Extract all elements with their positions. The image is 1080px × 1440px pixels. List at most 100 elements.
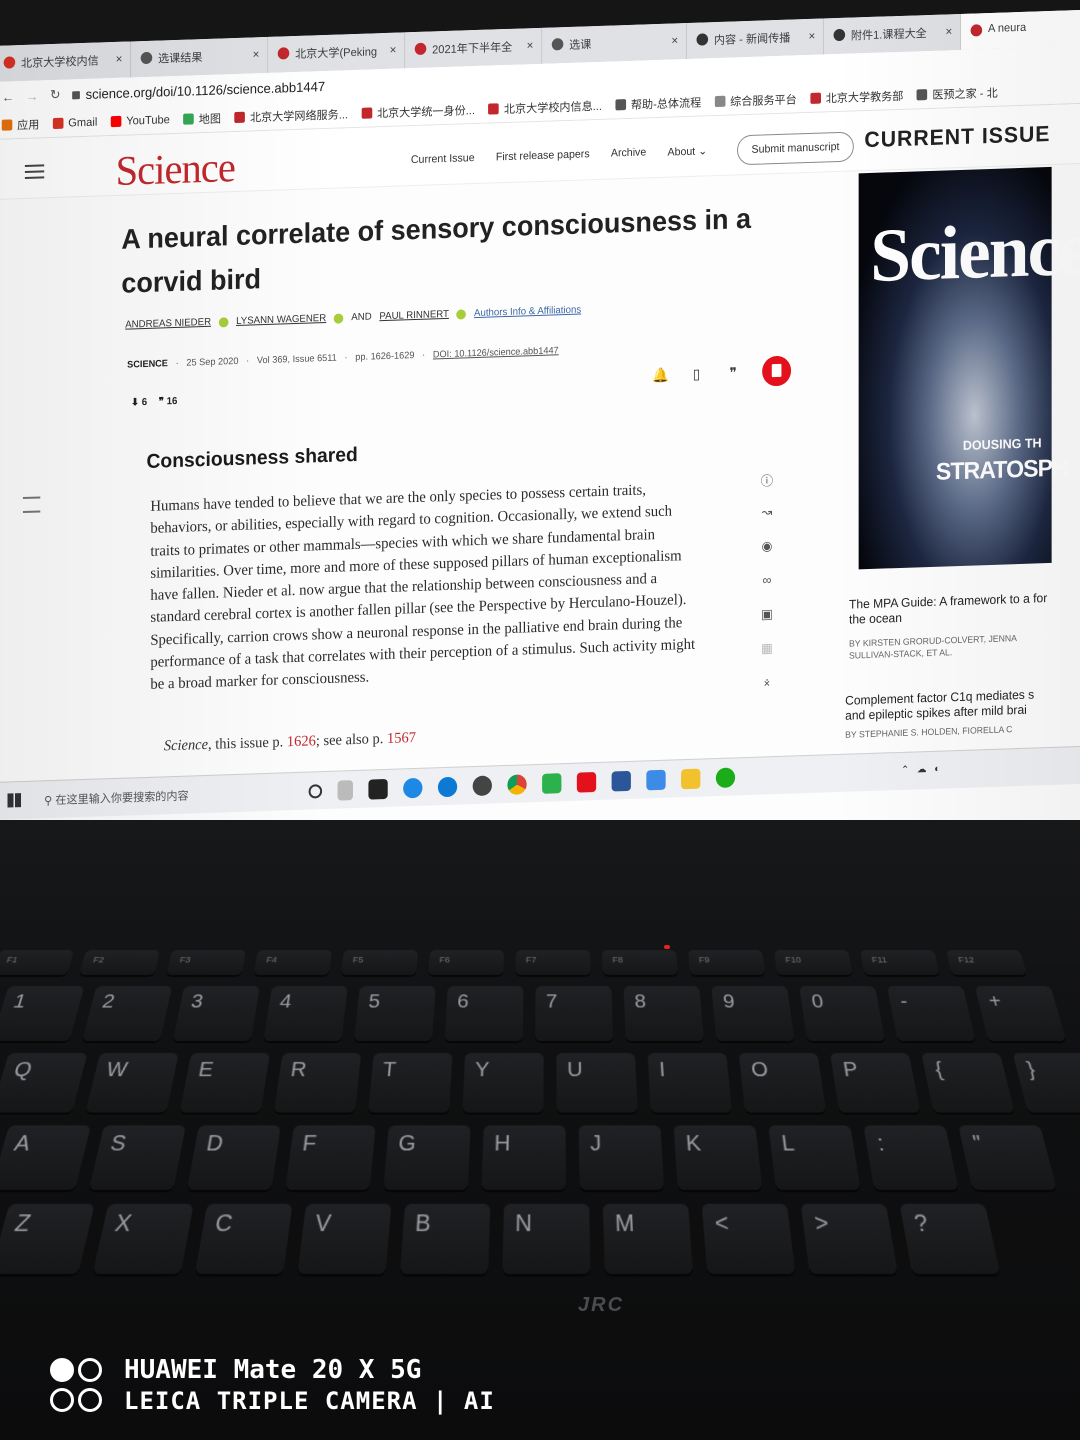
- author-link[interactable]: LYSANN WAGENER: [236, 313, 326, 327]
- pdf-download-button[interactable]: [762, 355, 792, 387]
- key[interactable]: U: [556, 1053, 638, 1113]
- bookmark-item[interactable]: 应用: [1, 116, 39, 133]
- cortana-icon[interactable]: [308, 784, 323, 799]
- app-icon[interactable]: [715, 767, 736, 789]
- key[interactable]: L: [768, 1125, 861, 1190]
- key[interactable]: Q: [0, 1053, 88, 1113]
- close-tab-icon[interactable]: ×: [253, 47, 260, 61]
- system-tray[interactable]: ⌃ ☁ ◐: [901, 764, 940, 776]
- app-icon[interactable]: [646, 769, 666, 791]
- browser-tab[interactable]: A neura×: [960, 9, 1080, 50]
- key[interactable]: C: [194, 1203, 293, 1275]
- back-icon[interactable]: ←: [2, 89, 15, 104]
- key[interactable]: A: [0, 1125, 91, 1190]
- cloud-icon[interactable]: ☁: [917, 764, 927, 775]
- key[interactable]: F5: [340, 950, 418, 976]
- bookmark-item[interactable]: 综合服务平台: [714, 91, 797, 110]
- app-icon[interactable]: [542, 773, 562, 794]
- key[interactable]: W: [85, 1053, 179, 1113]
- key[interactable]: F3: [166, 950, 246, 976]
- orcid-icon[interactable]: [218, 316, 229, 328]
- table-of-contents-icon[interactable]: [22, 496, 41, 514]
- bookmark-item[interactable]: 北京大学校内信息...: [488, 97, 602, 117]
- issue-cover-image[interactable]: Science DOUSING TH STRATOSPH: [858, 166, 1080, 570]
- key[interactable]: F10: [774, 950, 853, 976]
- volume-issue[interactable]: Vol 369, Issue 6511: [257, 353, 337, 367]
- chrome-icon[interactable]: [507, 774, 527, 795]
- close-tab-icon[interactable]: ×: [390, 43, 397, 57]
- key[interactable]: K: [673, 1125, 763, 1190]
- netease-icon[interactable]: [576, 772, 597, 793]
- close-tab-icon[interactable]: ×: [945, 24, 952, 38]
- key[interactable]: Y: [462, 1053, 544, 1113]
- key[interactable]: 4: [263, 986, 348, 1042]
- key[interactable]: S: [88, 1125, 186, 1190]
- science-logo[interactable]: Science: [116, 144, 235, 196]
- bookmark-item[interactable]: 医预之家 - 北: [916, 84, 998, 103]
- close-tab-icon[interactable]: ×: [116, 52, 123, 66]
- info-icon[interactable]: ⓘ: [760, 470, 774, 488]
- key[interactable]: R: [273, 1053, 362, 1113]
- key[interactable]: H: [481, 1125, 566, 1190]
- related-article-title[interactable]: Complement factor C1q mediates s and epi…: [845, 687, 1048, 724]
- eye-icon[interactable]: ◉: [760, 538, 774, 554]
- cite-icon[interactable]: ❞: [725, 364, 740, 381]
- reload-icon[interactable]: ↻: [50, 87, 61, 103]
- ie-icon[interactable]: [403, 777, 423, 799]
- key[interactable]: >: [800, 1203, 898, 1275]
- key[interactable]: F6: [428, 950, 504, 976]
- cite-perspective-link[interactable]: 1567: [387, 730, 416, 747]
- key[interactable]: 3: [172, 986, 260, 1042]
- key[interactable]: P: [830, 1053, 921, 1113]
- bookmark-icon[interactable]: ▯: [689, 365, 704, 382]
- task-view-icon[interactable]: [337, 780, 353, 801]
- key[interactable]: F11: [860, 950, 940, 976]
- orcid-icon[interactable]: [456, 308, 467, 320]
- key[interactable]: O: [738, 1053, 827, 1113]
- key[interactable]: V: [297, 1203, 392, 1275]
- share-icon[interactable]: ⨰: [760, 674, 774, 690]
- nav-archive[interactable]: Archive: [611, 146, 646, 160]
- related-article-title[interactable]: The MPA Guide: A framework to a for the …: [849, 591, 1052, 628]
- key[interactable]: X: [92, 1203, 194, 1275]
- table-icon[interactable]: ▦: [760, 640, 774, 656]
- key[interactable]: M: [602, 1203, 693, 1275]
- key[interactable]: ?: [899, 1203, 1001, 1275]
- key[interactable]: F1: [0, 950, 75, 976]
- nav-first-release[interactable]: First release papers: [496, 148, 590, 164]
- key[interactable]: -: [887, 986, 976, 1042]
- key[interactable]: E: [179, 1053, 270, 1113]
- key[interactable]: I: [647, 1053, 732, 1113]
- key[interactable]: :: [863, 1125, 959, 1190]
- key[interactable]: 1: [0, 986, 85, 1042]
- bookmark-item[interactable]: 地图: [183, 110, 221, 127]
- bookmark-item[interactable]: 北京大学教务部: [810, 87, 903, 106]
- windows-start-icon[interactable]: [7, 793, 22, 808]
- browser-tab[interactable]: 内容 - 新闻传播 ×: [686, 18, 824, 60]
- cite-page-link[interactable]: 1626: [287, 733, 316, 750]
- edge-icon[interactable]: [437, 776, 458, 798]
- taskbar-search[interactable]: ⚲ 在这里输入你要搜索的内容: [44, 788, 188, 809]
- browser-tab[interactable]: 北京大学校内信 ×: [0, 41, 132, 82]
- network-icon[interactable]: ◐: [934, 764, 940, 775]
- forward-icon[interactable]: →: [26, 88, 39, 103]
- nav-about[interactable]: About ⌄: [668, 144, 708, 158]
- key[interactable]: J: [578, 1125, 665, 1190]
- key[interactable]: N: [502, 1203, 591, 1275]
- key[interactable]: {: [921, 1053, 1015, 1113]
- menu-icon[interactable]: [24, 164, 45, 179]
- bell-icon[interactable]: 🔔: [652, 367, 669, 384]
- key[interactable]: F12: [946, 950, 1027, 976]
- browser-tab[interactable]: 选课 ×: [542, 23, 687, 64]
- close-tab-icon[interactable]: ×: [527, 38, 534, 52]
- close-tab-icon[interactable]: ×: [671, 33, 678, 47]
- bookmark-item[interactable]: 帮助-总体流程: [615, 94, 701, 113]
- key[interactable]: F7: [515, 950, 591, 976]
- key[interactable]: ": [958, 1125, 1057, 1190]
- browser-tab[interactable]: 北京大学(Peking ×: [268, 32, 406, 73]
- key[interactable]: F: [285, 1125, 376, 1190]
- chevron-up-icon[interactable]: ⌃: [901, 765, 909, 776]
- orcid-icon[interactable]: [333, 312, 344, 324]
- key[interactable]: 6: [444, 986, 524, 1042]
- bookmark-item[interactable]: 北京大学网络服务...: [234, 106, 348, 126]
